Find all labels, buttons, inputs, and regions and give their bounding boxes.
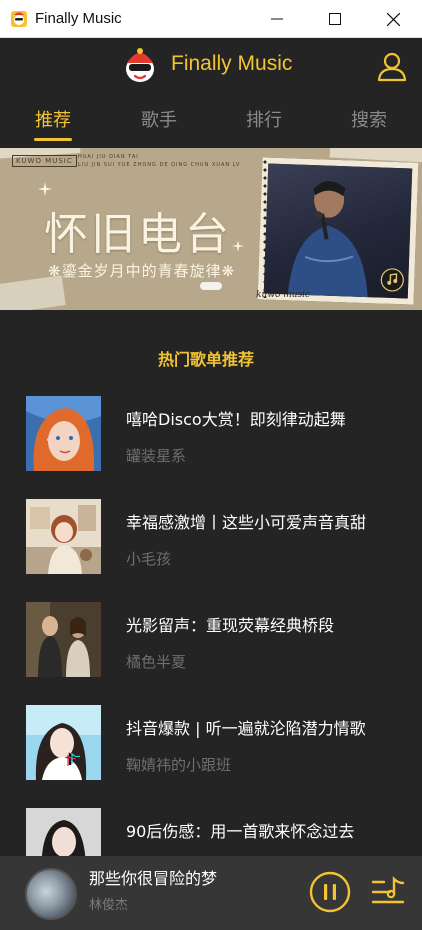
user-icon[interactable]: [376, 50, 408, 82]
tab-bar: 推荐 歌手 排行 搜索: [0, 102, 422, 146]
maximize-button[interactable]: [306, 0, 364, 38]
window-titlebar: Finally Music: [0, 0, 422, 38]
playlist-item[interactable]: 抖音爆款 | 听一遍就沦陷潜力情歌 鞠婧祎的小跟班: [0, 705, 422, 797]
playlist-cover: [26, 705, 101, 780]
banner-brand-tag: KUWO MUSIC: [12, 155, 77, 167]
playlist-creator: 罐装星系: [126, 447, 187, 465]
tab-recommend[interactable]: 推荐: [23, 106, 83, 132]
banner-subtitle: ❋鎏金岁月中的青春旋律❋: [48, 262, 236, 280]
banner-pinyin-line: LIU JIN SUI YUE ZHONG DE QING CHUN XUAN …: [78, 162, 241, 168]
tab-search[interactable]: 搜索: [339, 106, 399, 132]
player-bar[interactable]: 那些你很冒险的梦 林俊杰: [0, 856, 422, 930]
playlist-title: 90后伤感：用一首歌来怀念过去: [126, 822, 355, 841]
playlist-creator: 小毛孩: [126, 550, 172, 568]
playlist-creator: 鞠婧祎的小跟班: [126, 756, 232, 774]
maximize-icon: [329, 13, 341, 25]
window-title: Finally Music: [35, 10, 122, 27]
playlist-item[interactable]: 幸福感激增丨这些小可爱声音真甜 小毛孩: [0, 499, 422, 591]
playlist-cover: [26, 396, 101, 471]
sparkle-icon: [38, 182, 52, 196]
app-container: Finally Music 推荐 歌手 排行 搜索 KUWO MUSIC HUA…: [0, 38, 422, 930]
album-art-disc[interactable]: [25, 868, 77, 920]
app-header: Finally Music: [0, 38, 422, 94]
minimize-button[interactable]: [248, 0, 306, 38]
playlist-title: 幸福感激增丨这些小可爱声音真甜: [126, 513, 367, 532]
close-button[interactable]: [364, 0, 422, 38]
pause-icon[interactable]: [309, 871, 351, 913]
banner-perforation: [262, 158, 268, 298]
playlist-title: 光影留声：重现荧幕经典桥段: [126, 616, 335, 635]
logo-icon: [126, 48, 154, 82]
brand-name: Finally Music: [171, 52, 293, 75]
carousel-indicator[interactable]: [200, 282, 222, 290]
section-title: 热门歌单推荐: [158, 350, 255, 369]
app-icon: [11, 10, 27, 27]
banner-pinyin: HUAI JIU DIAN TAI LIU JIN SUI YUE ZHONG …: [78, 153, 240, 169]
tab-charts[interactable]: 排行: [234, 106, 294, 132]
active-tab-indicator: [34, 138, 72, 141]
banner-carousel[interactable]: KUWO MUSIC HUAI JIU DIAN TAI LIU JIN SUI…: [0, 148, 422, 310]
playlist-cover: [26, 602, 101, 677]
now-playing-artist: 林俊杰: [89, 898, 129, 913]
playlist-title: 抖音爆款 | 听一遍就沦陷潜力情歌: [126, 719, 366, 738]
minimize-icon: [271, 18, 283, 20]
now-playing-title: 那些你很冒险的梦: [89, 869, 218, 888]
banner-pinyin-line: HUAI JIU DIAN TAI: [78, 154, 139, 160]
banner-signature: kuwo music: [256, 290, 311, 300]
tab-singers[interactable]: 歌手: [129, 106, 189, 132]
banner-photo: [257, 157, 419, 305]
playlist-queue-icon[interactable]: [370, 874, 406, 910]
playlist-creator: 橘色半夏: [126, 653, 187, 671]
close-icon: [386, 12, 400, 26]
sparkle-icon: [232, 240, 244, 252]
playlist-item[interactable]: 嘻哈Disco大赏！即刻律动起舞 罐装星系: [0, 396, 422, 488]
banner-title: 怀旧电台: [44, 209, 232, 260]
music-note-icon: [380, 268, 404, 292]
playlist-item[interactable]: 光影留声：重现荧幕经典桥段 橘色半夏: [0, 602, 422, 694]
playlist-title: 嘻哈Disco大赏！即刻律动起舞: [126, 410, 346, 429]
playlist-cover: [26, 499, 101, 574]
